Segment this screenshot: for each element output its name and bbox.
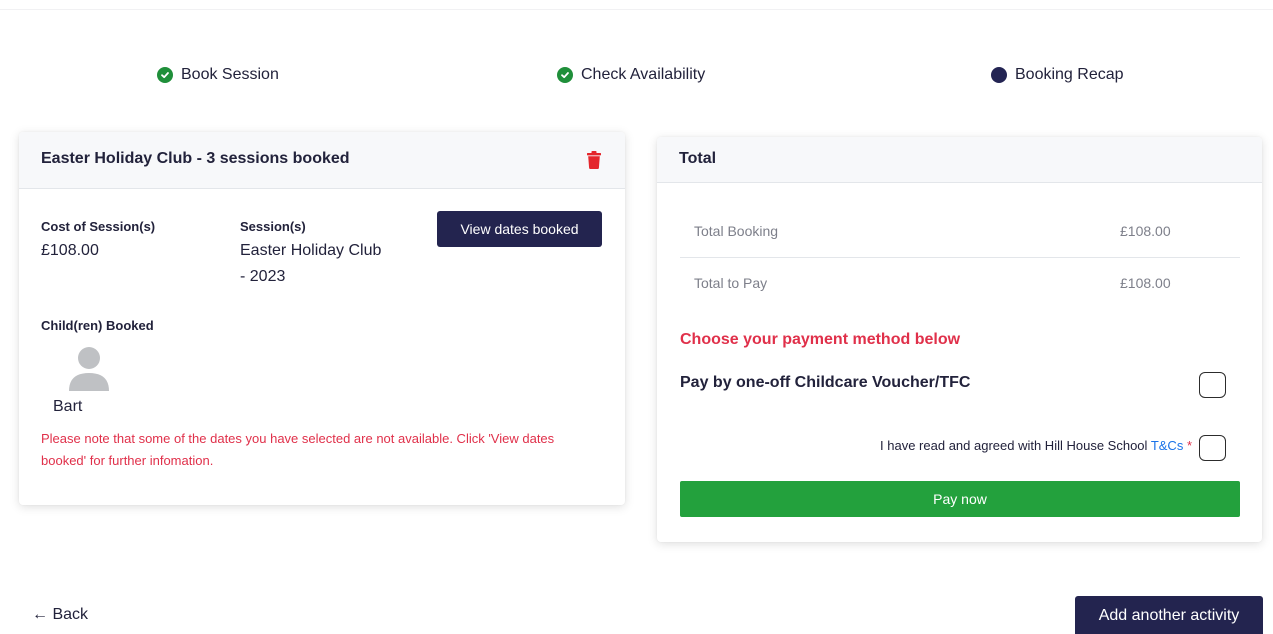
cost-value: £108.00: [41, 242, 99, 259]
total-booking-label: Total Booking: [694, 223, 779, 239]
top-divider: [0, 0, 1273, 10]
total-card-header: Total: [657, 137, 1262, 183]
step-check-availability: Check Availability: [557, 63, 705, 87]
availability-note: Please note that some of the dates you h…: [41, 431, 555, 468]
total-booking-value: £108.00: [1120, 223, 1171, 239]
pay-now-button[interactable]: Pay now: [680, 481, 1240, 517]
current-step-dot-icon: [991, 67, 1007, 83]
booking-title: Easter Holiday Club - 3 sessions booked: [41, 150, 350, 167]
step-booking-recap: Booking Recap: [991, 63, 1124, 87]
child-name: Bart: [53, 398, 83, 415]
voucher-option-label: Pay by one-off Childcare Voucher/TFC: [680, 374, 971, 391]
terms-checkbox[interactable]: [1199, 435, 1226, 461]
check-circle-icon: [557, 67, 573, 83]
view-dates-button[interactable]: View dates booked: [437, 211, 602, 247]
children-label: Child(ren) Booked: [41, 318, 154, 333]
total-to-pay-row: Total to Pay £108.00: [680, 257, 1240, 309]
cost-label: Cost of Session(s): [41, 219, 156, 234]
total-card: Total Total Booking £108.00 Total to Pay…: [657, 137, 1262, 542]
total-to-pay-value: £108.00: [1120, 275, 1171, 291]
avatar-icon: [65, 347, 113, 392]
sessions-label: Session(s): [240, 219, 306, 234]
voucher-checkbox[interactable]: [1199, 372, 1226, 398]
booking-card-header: Easter Holiday Club - 3 sessions booked: [19, 132, 625, 189]
total-to-pay-label: Total to Pay: [694, 275, 768, 291]
add-another-activity-button[interactable]: Add another activity: [1075, 596, 1263, 634]
booking-summary-card: Easter Holiday Club - 3 sessions booked …: [19, 132, 625, 505]
trash-icon[interactable]: [587, 151, 601, 169]
sessions-value-line2: - 2023: [240, 268, 286, 285]
step-label: Check Availability: [581, 66, 706, 83]
back-link[interactable]: ← Back: [32, 606, 88, 624]
payment-method-heading: Choose your payment method below: [680, 331, 961, 348]
terms-text: I have read and agreed with Hill House S…: [880, 438, 1148, 453]
check-circle-icon: [157, 67, 173, 83]
step-book-session: Book Session: [157, 63, 279, 87]
required-marker: *: [1186, 438, 1192, 453]
total-title: Total: [679, 150, 717, 167]
booking-stepper: Book Session Check Availability Booking …: [0, 63, 1273, 87]
sessions-value-line1: Easter Holiday Club: [240, 242, 382, 259]
total-booking-row: Total Booking £108.00: [680, 205, 1240, 257]
terms-link[interactable]: T&Cs: [1151, 438, 1184, 453]
step-label: Book Session: [181, 66, 279, 83]
step-label: Booking Recap: [1015, 66, 1124, 83]
terms-statement: I have read and agreed with Hill House S…: [880, 438, 1192, 453]
